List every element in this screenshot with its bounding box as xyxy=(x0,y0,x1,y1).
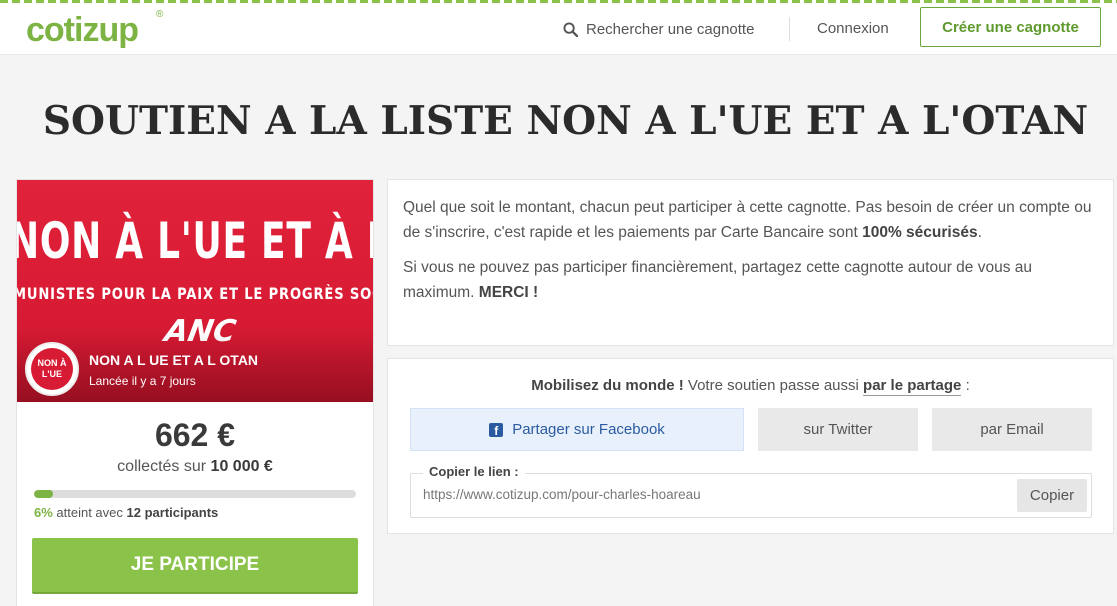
logo-text: cotizup xyxy=(26,11,139,49)
share-url-field[interactable]: https://www.cotizup.com/pour-charles-hoa… xyxy=(423,487,701,502)
mobilize-middle: Votre soutien passe aussi xyxy=(683,377,864,394)
copy-link-box: Copier le lien : https://www.cotizup.com… xyxy=(410,464,1092,518)
campaign-launch-date: Lancée il y a 7 jours xyxy=(89,374,196,388)
search-icon xyxy=(563,21,578,37)
campaign-name: NON A L UE ET A L OTAN xyxy=(89,352,259,368)
create-campaign-button[interactable]: Créer une cagnotte xyxy=(920,7,1101,47)
search-label: Rechercher une cagnotte xyxy=(586,20,755,38)
logo-registered-mark: ® xyxy=(156,9,164,20)
campaign-banner: NON À L'UE ET À L'OTAN MUNISTES POUR LA … xyxy=(17,180,373,402)
mobilize-bold: Mobilisez du monde ! xyxy=(531,377,684,394)
share-facebook-button[interactable]: f Partager sur Facebook xyxy=(410,408,744,451)
reached-text: atteint avec xyxy=(52,505,127,520)
login-link[interactable]: Connexion xyxy=(817,20,889,37)
campaign-card: NON À L'UE ET À L'OTAN MUNISTES POUR LA … xyxy=(16,179,374,606)
collected-prefix: collectés sur xyxy=(117,458,211,475)
facebook-icon: f xyxy=(489,422,504,437)
banner-subline: MUNISTES POUR LA PAIX ET LE PROGRÈS SOCI… xyxy=(17,284,373,303)
progress-bar xyxy=(34,490,356,498)
info-p1-bold: 100% sécurisés xyxy=(862,224,978,241)
copy-link-legend: Copier le lien : xyxy=(423,464,525,479)
progress-fill xyxy=(34,490,54,498)
participate-button[interactable]: JE PARTICIPE xyxy=(32,538,358,594)
share-twitter-button[interactable]: sur Twitter xyxy=(758,408,918,451)
progress-percent: 6% xyxy=(34,505,53,520)
info-paragraph-1: Quel que soit le montant, chacun peut pa… xyxy=(403,195,1098,245)
info-paragraph-2: Si vous ne pouvez pas participer financi… xyxy=(403,255,1098,305)
goal-amount: 10 000 € xyxy=(210,458,273,475)
avatar-text: NON À L'UE xyxy=(31,348,73,390)
copy-button[interactable]: Copier xyxy=(1017,479,1087,512)
collected-amount: 662 € xyxy=(154,417,236,453)
banner-headline: NON À L'UE ET À L'OTAN xyxy=(17,212,373,270)
collected-goal: collectés sur 10 000 € xyxy=(17,458,373,476)
mobilize-end: : xyxy=(961,377,970,394)
avatar: NON À L'UE xyxy=(25,342,79,396)
mobilize-link: par le partage xyxy=(863,377,962,396)
search-link[interactable]: Rechercher une cagnotte xyxy=(563,18,754,40)
facebook-label: Partager sur Facebook xyxy=(512,421,665,438)
share-email-button[interactable]: par Email xyxy=(932,408,1092,451)
info-panel: Quel que soit le montant, chacun peut pa… xyxy=(387,179,1114,346)
cotizup-logo[interactable]: cotizup ® xyxy=(26,5,176,51)
header: cotizup ® Rechercher une cagnotte Connex… xyxy=(0,3,1117,55)
info-p1-text: Quel que soit le montant, chacun peut pa… xyxy=(403,199,1092,241)
page-title: SOUTIEN A LA LISTE NON A L'UE ET A L'OTA… xyxy=(42,98,1089,144)
participants-label: participants xyxy=(140,505,219,520)
share-panel: Mobilisez du monde ! Votre soutien passe… xyxy=(387,358,1114,534)
mobilize-text: Mobilisez du monde ! Votre soutien passe… xyxy=(388,377,1113,396)
info-p2-bold: MERCI ! xyxy=(478,284,539,301)
participants-count: 12 xyxy=(126,505,141,520)
progress-stats: 6% atteint avec 12 participants xyxy=(34,505,218,520)
info-p1-end: . xyxy=(977,224,982,241)
header-divider xyxy=(789,17,790,41)
